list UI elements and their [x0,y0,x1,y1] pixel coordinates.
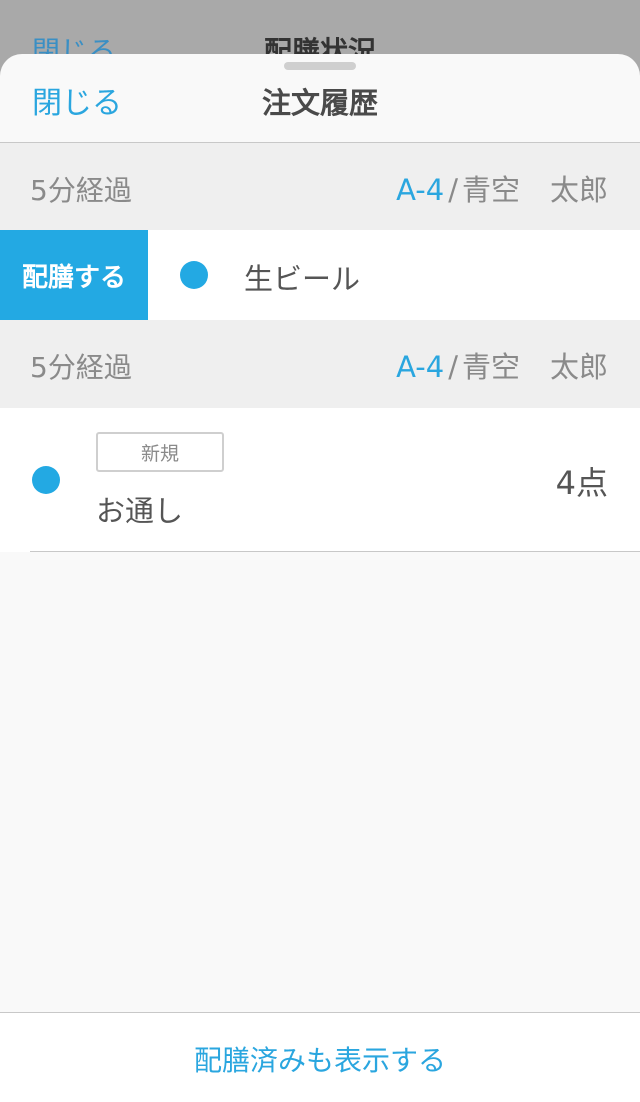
page-title: 注文履歴 [261,86,378,120]
order-item-row[interactable]: 新規 お通し 4点 [0,408,640,552]
table-customer-info: A-4/青空 太郎 [396,167,608,209]
status-dot-icon [32,466,60,494]
serve-button[interactable]: 配膳する [0,230,148,320]
table-customer-info: A-4/青空 太郎 [396,344,608,386]
customer-last-name: 青空 [461,350,520,384]
item-name: お通し [96,494,184,528]
order-item-row[interactable]: 配膳する 生ビール [0,230,640,320]
item-name: 生ビール [244,262,361,296]
status-dot-icon [180,261,208,289]
order-group-header: 5分経過 A-4/青空 太郎 [0,143,640,231]
customer-first-name: 太郎 [549,350,608,384]
item-quantity: 4点 [555,464,608,502]
footer-bar: 配膳済みも表示する [0,1012,640,1102]
customer-first-name: 太郎 [549,173,608,207]
customer-last-name: 青空 [461,173,520,207]
table-number: A-4 [396,173,445,207]
order-group-header: 5分経過 A-4/青空 太郎 [0,320,640,408]
elapsed-time: 5分経過 [30,351,132,384]
sheet-header: 閉じる 注文履歴 [0,54,640,143]
show-served-button[interactable]: 配膳済みも表示する [0,1039,640,1079]
separator: / [448,173,458,207]
table-number: A-4 [396,350,445,384]
background-nav-bar: 閉じる 配膳状況 [0,0,640,60]
row-divider [30,551,640,552]
elapsed-time: 5分経過 [30,174,132,207]
new-badge: 新規 [96,432,224,472]
order-history-sheet: 閉じる 注文履歴 5分経過 A-4/青空 太郎 配膳する 生ビール 5分経過 A-… [0,54,640,1102]
separator: / [448,350,458,384]
